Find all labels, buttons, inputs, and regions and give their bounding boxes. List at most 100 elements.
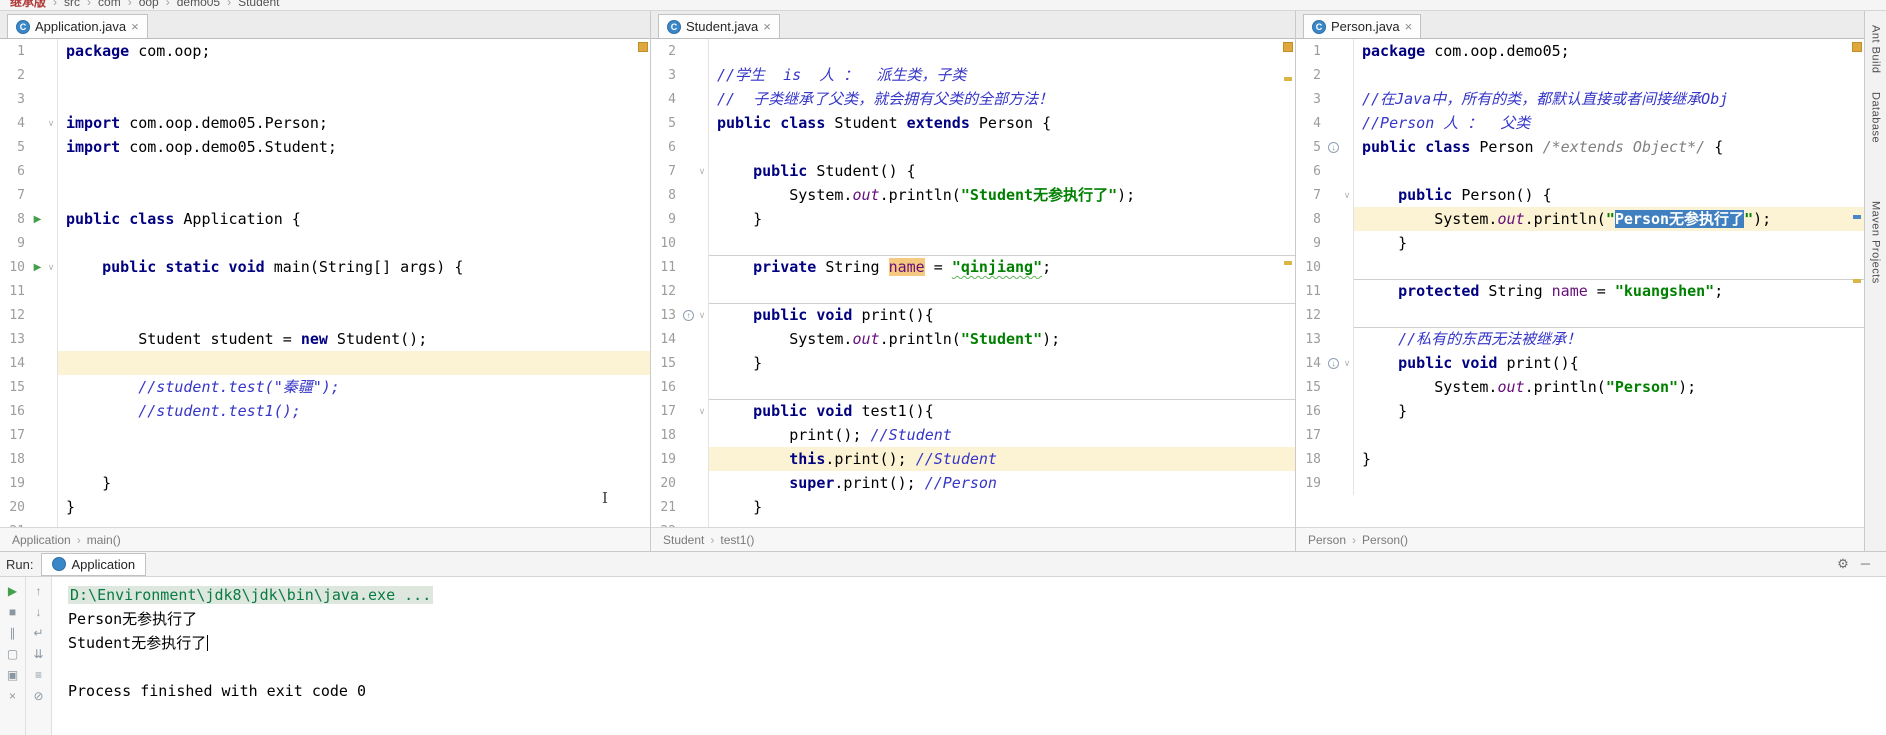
code-line[interactable]: 14 — [0, 351, 650, 375]
code-line[interactable]: 8 System.out.println("Student无参执行了"); — [651, 183, 1295, 207]
code-line[interactable]: 3 //在Java中，所有的类，都默认直接或者间接继承Obj — [1296, 87, 1864, 111]
code-editor[interactable]: 2 3 //学生 is 人 ： 派生类，子类 4 // 子类继承了父类，就会拥有父类的全… — [651, 39, 1295, 527]
scroll-to-end-icon[interactable]: ⇊ — [33, 648, 43, 660]
fold-marker[interactable]: ∨ — [45, 262, 57, 273]
pause-output-icon[interactable]: ∥ — [10, 627, 16, 639]
up-stack-trace-icon[interactable]: ↑ — [36, 585, 42, 597]
code-line[interactable]: 11 — [0, 279, 650, 303]
print-icon[interactable]: ≡ — [35, 669, 42, 681]
tool-window-button-maven-projects[interactable]: Maven Projects — [1870, 201, 1882, 284]
code-line[interactable]: 5 ↓ public class Person /*extends Object*/… — [1296, 135, 1864, 159]
code-line[interactable]: 10 — [1296, 255, 1864, 279]
hide-panel-icon[interactable]: ─ — [1861, 556, 1870, 572]
nav-item[interactable]: Student — [238, 0, 279, 9]
tab-close-icon[interactable]: × — [131, 20, 139, 33]
code-line[interactable]: 1 package com.oop; — [0, 39, 650, 63]
restore-layout-icon[interactable]: ▢ — [7, 648, 18, 660]
code-line[interactable]: 3 //学生 is 人 ： 派生类，子类 — [651, 63, 1295, 87]
code-line[interactable]: 4 // 子类继承了父类，就会拥有父类的全部方法！ — [651, 87, 1295, 111]
code-line[interactable]: 21 — [0, 519, 650, 527]
rerun-icon[interactable]: ▶ — [8, 585, 17, 597]
code-line[interactable]: 12 — [1296, 303, 1864, 327]
inspections-status-icon[interactable] — [1852, 42, 1862, 52]
code-line[interactable]: 19 this.print(); //Student — [651, 447, 1295, 471]
code-line[interactable]: 4 //Person 人 ： 父类 — [1296, 111, 1864, 135]
code-line[interactable]: 19 } — [0, 471, 650, 495]
code-line[interactable]: 18 — [0, 447, 650, 471]
run-gutter-icon[interactable]: ▶ — [34, 262, 42, 273]
tool-window-button-ant-build[interactable]: Ant Build — [1870, 25, 1882, 74]
code-line[interactable]: 5 public class Student extends Person { — [651, 111, 1295, 135]
code-line[interactable]: 12 — [651, 279, 1295, 303]
code-line[interactable]: 18 print(); //Student — [651, 423, 1295, 447]
code-line[interactable]: 17 — [0, 423, 650, 447]
nav-item[interactable]: demo05 — [177, 0, 220, 9]
code-line[interactable]: 18} — [1296, 447, 1864, 471]
code-editor[interactable]: 1 package com.oop.demo05; 2 3 //在Java中，所有的类，… — [1296, 39, 1864, 527]
code-line[interactable]: 1 package com.oop.demo05; — [1296, 39, 1864, 63]
soft-wrap-icon[interactable]: ↵ — [33, 627, 43, 639]
overridden-gutter-icon[interactable]: ↓ — [1328, 357, 1339, 369]
code-line[interactable]: 2 — [651, 39, 1295, 63]
code-line[interactable]: 12 — [0, 303, 650, 327]
fold-marker[interactable]: ∨ — [696, 310, 708, 321]
code-line[interactable]: 11 protected String name = "kuangshen"; — [1296, 279, 1864, 303]
subclass-gutter-icon[interactable]: ↓ — [1328, 141, 1339, 153]
editor-tab[interactable]: C Person.java × — [1303, 14, 1422, 38]
breadcrumb-item[interactable]: Person — [1308, 533, 1346, 547]
fold-marker[interactable]: ∨ — [696, 166, 708, 177]
down-stack-trace-icon[interactable]: ↓ — [36, 606, 42, 618]
tab-close-icon[interactable]: × — [763, 20, 771, 33]
editor-tab[interactable]: C Application.java × — [7, 14, 148, 38]
code-line[interactable]: 4 ∨ import com.oop.demo05.Person; — [0, 111, 650, 135]
code-line[interactable]: 8 ▶ public class Application { — [0, 207, 650, 231]
breadcrumb-item[interactable]: Student — [663, 533, 704, 547]
code-line[interactable]: 15 //student.test("秦疆"); — [0, 375, 650, 399]
code-line[interactable]: 2 — [0, 63, 650, 87]
code-line[interactable]: 13 Student student = new Student(); — [0, 327, 650, 351]
scrollbar-stripe[interactable] — [1281, 39, 1295, 527]
console-output[interactable]: D:\Environment\jdk8\jdk\bin\java.exe ...… — [52, 577, 1886, 735]
tab-close-icon[interactable]: × — [1405, 20, 1413, 33]
breadcrumb-item[interactable]: main() — [87, 533, 121, 547]
code-line[interactable]: 15 System.out.println("Person"); — [1296, 375, 1864, 399]
code-line[interactable]: 13 ↑ ∨ public void print(){ — [651, 303, 1295, 327]
code-line[interactable]: 15 } — [651, 351, 1295, 375]
nav-item[interactable]: 继承版 — [10, 0, 46, 10]
code-line[interactable]: 8 System.out.println("Person无参执行了"); — [1296, 207, 1864, 231]
fold-marker[interactable]: ∨ — [696, 406, 708, 417]
nav-item[interactable]: com — [98, 0, 121, 9]
override-gutter-icon[interactable]: ↑ — [683, 309, 694, 321]
stop-icon[interactable]: ■ — [9, 606, 16, 618]
clear-all-icon[interactable]: ⊘ — [33, 690, 43, 702]
code-line[interactable]: 7 ∨ public Student() { — [651, 159, 1295, 183]
fold-marker[interactable]: ∨ — [1341, 190, 1353, 201]
settings-gear-icon[interactable]: ⚙ — [1837, 556, 1849, 572]
editor-tab[interactable]: C Student.java × — [658, 14, 780, 38]
tool-window-button-database[interactable]: Database — [1870, 92, 1882, 143]
code-line[interactable]: 22 — [651, 519, 1295, 527]
code-line[interactable]: 5 import com.oop.demo05.Student; — [0, 135, 650, 159]
code-line[interactable]: 11 private String name = "qinjiang"; — [651, 255, 1295, 279]
fold-marker[interactable]: ∨ — [1341, 358, 1353, 369]
code-line[interactable]: 13 //私有的东西无法被继承！ — [1296, 327, 1864, 351]
code-line[interactable]: 17 ∨ public void test1(){ — [651, 399, 1295, 423]
code-line[interactable]: 9 } — [1296, 231, 1864, 255]
inspections-status-icon[interactable] — [1283, 42, 1293, 52]
code-line[interactable]: 3 — [0, 87, 650, 111]
scrollbar-stripe[interactable] — [636, 39, 650, 527]
code-line[interactable]: 7 — [0, 183, 650, 207]
nav-item[interactable]: oop — [139, 0, 159, 9]
code-line[interactable]: 6 — [651, 135, 1295, 159]
code-line[interactable]: 7 ∨ public Person() { — [1296, 183, 1864, 207]
fold-marker[interactable]: ∨ — [45, 118, 57, 129]
code-line[interactable]: 17 — [1296, 423, 1864, 447]
code-line[interactable]: 14 ↓ ∨ public void print(){ — [1296, 351, 1864, 375]
code-line[interactable]: 10 ▶ ∨ public static void main(String[] ar… — [0, 255, 650, 279]
code-line[interactable]: 21 } — [651, 495, 1295, 519]
code-line[interactable]: 9 — [0, 231, 650, 255]
code-line[interactable]: 2 — [1296, 63, 1864, 87]
breadcrumb-item[interactable]: Person() — [1362, 533, 1408, 547]
code-line[interactable]: 6 — [1296, 159, 1864, 183]
scrollbar-stripe[interactable] — [1850, 39, 1864, 527]
